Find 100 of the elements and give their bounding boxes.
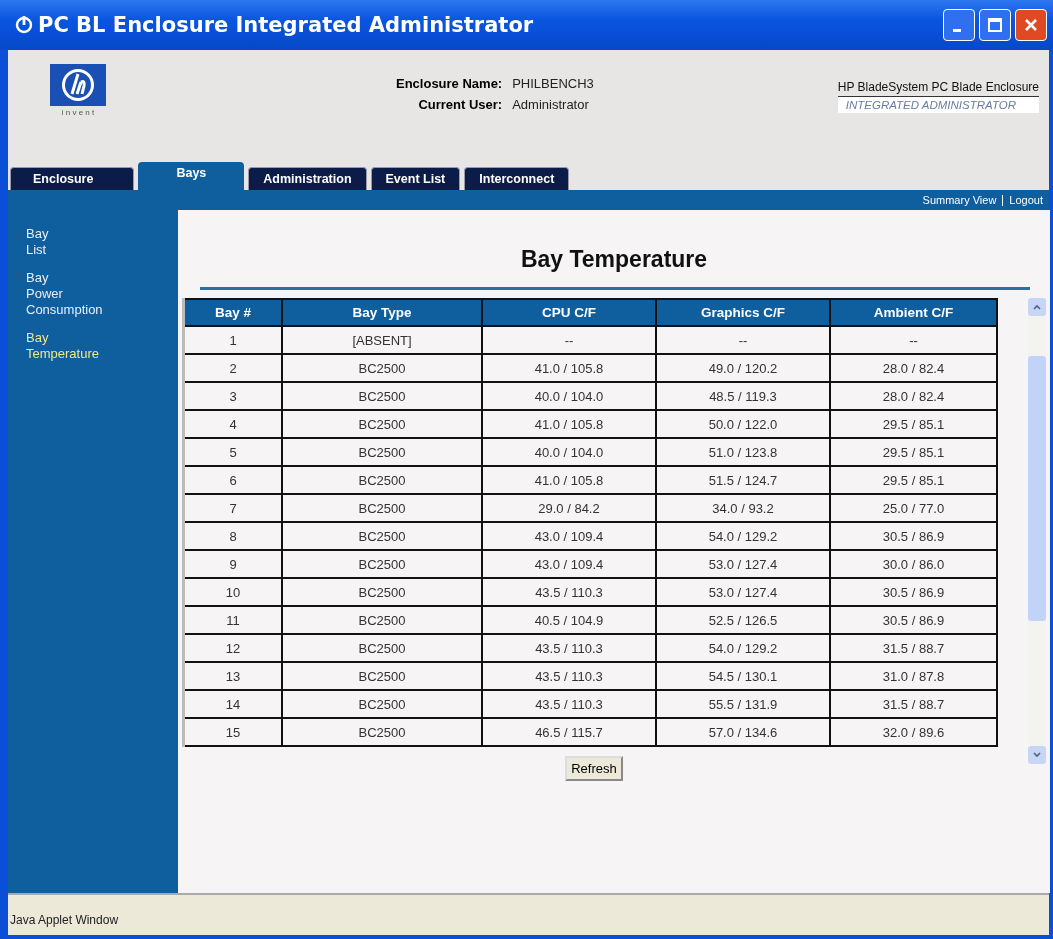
table-cell: 29.5 / 85.1 [830,438,997,466]
table-cell: 54.5 / 130.1 [656,662,830,690]
scroll-bar[interactable] [1028,298,1046,764]
table-cell: 28.0 / 82.4 [830,382,997,410]
table-cell: 1 [183,326,282,354]
table-cell: 41.0 / 105.8 [482,410,656,438]
column-header: Bay Type [282,299,482,326]
table-cell: BC2500 [282,522,482,550]
table-cell: [ABSENT] [282,326,482,354]
maximize-icon [985,15,1005,35]
table-cell: 25.0 / 77.0 [830,494,997,522]
tab[interactable]: Bays [138,162,245,190]
table-cell: 57.0 / 134.6 [656,718,830,746]
table-cell: BC2500 [282,634,482,662]
table-cell: BC2500 [282,718,482,746]
status-text: Java Applet Window [10,913,119,927]
tab[interactable]: Administration [248,167,367,190]
table-cell: BC2500 [282,438,482,466]
table-cell: 51.5 / 124.7 [656,466,830,494]
table-cell: 32.0 / 89.6 [830,718,997,746]
field-value: Administrator [512,97,590,112]
table-cell: 51.0 / 123.8 [656,438,830,466]
table-cell: 11 [183,606,282,634]
nav-link[interactable]: Summary View [916,194,1003,206]
table-cell: 46.5 / 115.7 [482,718,656,746]
minimize-button[interactable] [943,9,975,41]
table-cell: BC2500 [282,354,482,382]
table-cell: 5 [183,438,282,466]
sidebar-link[interactable]: Bay List [26,226,49,258]
table-cell: 53.0 / 127.4 [656,578,830,606]
table-cell: 3 [183,382,282,410]
power-icon [14,15,34,35]
table-cell: 30.5 / 86.9 [830,522,997,550]
column-header: CPU C/F [482,299,656,326]
table-cell: 31.5 / 88.7 [830,634,997,662]
table-cell: 7 [183,494,282,522]
table-cell: 30.5 / 86.9 [830,578,997,606]
table-cell: 34.0 / 93.2 [656,494,830,522]
page-title: Bay Temperature [519,246,709,273]
table-cell: 2 [183,354,282,382]
table-cell: BC2500 [282,410,482,438]
table-cell: 29.5 / 85.1 [830,410,997,438]
table-cell: 40.5 / 104.9 [482,606,656,634]
table-cell: 6 [183,466,282,494]
tab[interactable]: Event List [370,167,461,190]
chevron-down-icon [1032,750,1042,760]
logo-icon [50,64,106,106]
table-cell: 9 [183,550,282,578]
sidebar-link[interactable]: Bay Temperature [26,330,99,362]
table-cell: BC2500 [282,494,482,522]
scroll-down-button[interactable] [1028,746,1046,764]
table-cell: 48.5 / 119.3 [656,382,830,410]
table-cell: 54.0 / 129.2 [656,522,830,550]
scroll-up-button[interactable] [1028,298,1046,316]
logo-tagline: i n v e n t [61,108,95,117]
table-cell: 55.5 / 131.9 [656,690,830,718]
maximize-button[interactable] [979,9,1011,41]
field-label: Enclosure Name: [396,76,503,91]
table-cell: 43.0 / 109.4 [482,522,656,550]
nav-link[interactable]: Logout [1003,194,1049,206]
table-cell: 31.0 / 87.8 [830,662,997,690]
table-cell: 12 [183,634,282,662]
table-cell: 40.0 / 104.0 [482,438,656,466]
table-cell: 30.0 / 86.0 [830,550,997,578]
table-cell: 41.0 / 105.8 [482,354,656,382]
table-cell: -- [482,326,656,354]
window-title: PC BL Enclosure Integrated Administrator [38,13,535,37]
table-cell: BC2500 [282,578,482,606]
field-label: Current User: [417,97,503,112]
table-cell: BC2500 [282,690,482,718]
table-cell: 29.0 / 84.2 [482,494,656,522]
table-cell: BC2500 [282,662,482,690]
column-header: Bay # [183,299,282,326]
tab[interactable]: Enclosure [10,167,135,190]
table-cell: 49.0 / 120.2 [656,354,830,382]
table-cell: 13 [183,662,282,690]
table-cell: 54.0 / 129.2 [656,634,830,662]
tab[interactable]: Interconnect [464,167,570,190]
table-cell: 43.5 / 110.3 [482,634,656,662]
table-cell: 50.0 / 122.0 [656,410,830,438]
refresh-button[interactable]: Refresh [565,756,623,781]
table-cell: 40.0 / 104.0 [482,382,656,410]
table-cell: BC2500 [282,382,482,410]
column-header: Graphics C/F [656,299,830,326]
table-cell: BC2500 [282,550,482,578]
table-cell: BC2500 [282,606,482,634]
table-cell: 43.0 / 109.4 [482,550,656,578]
sidebar-link[interactable]: Bay Power Consumption [26,270,103,318]
table-cell: 4 [183,410,282,438]
table-cell: 43.5 / 110.3 [482,690,656,718]
table-cell: 43.5 / 110.3 [482,578,656,606]
table-cell: 53.0 / 127.4 [656,550,830,578]
minimize-icon [953,28,961,32]
table-cell: 30.5 / 86.9 [830,606,997,634]
table-cell: 8 [183,522,282,550]
table-cell: 14 [183,690,282,718]
scroll-thumb[interactable] [1028,356,1046,621]
chevron-up-icon [1032,302,1042,312]
close-button[interactable] [1015,9,1047,41]
table-cell: 10 [183,578,282,606]
